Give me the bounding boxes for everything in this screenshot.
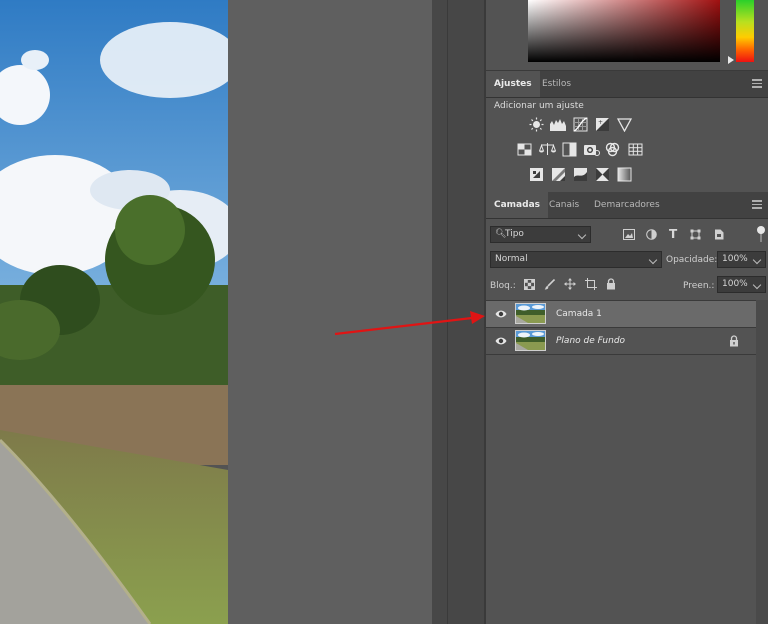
spectrum-marker[interactable] [728, 56, 734, 64]
layer-row[interactable]: Camada 1 [486, 300, 756, 328]
annotation-arrow [334, 311, 485, 336]
layers-panel: Camadas Canais Demarcadores 🔍︎Tipo T Nor… [486, 192, 768, 624]
lock-all-icon[interactable] [606, 278, 616, 290]
svg-text:+: + [598, 119, 603, 126]
opacity-label: Opacidade: [666, 255, 718, 265]
lock-position-icon[interactable] [564, 278, 576, 290]
chevron-down-icon [752, 255, 762, 265]
fill-value: 100% [722, 279, 748, 289]
canvas-photo[interactable] [0, 0, 228, 624]
levels-icon[interactable] [549, 117, 567, 132]
add-adjustment-label: Adicionar um ajuste [494, 101, 584, 111]
adjustments-panel: Ajustes Estilos Adicionar um ajuste + [486, 71, 768, 191]
threshold-icon[interactable] [573, 167, 588, 182]
filter-shape-icon[interactable] [690, 229, 701, 240]
adjustment-icons-row: + [486, 117, 768, 133]
layer-row[interactable]: Plano de Fundo [486, 328, 756, 355]
eye-icon[interactable] [495, 309, 507, 319]
gradient-map-icon[interactable] [617, 167, 632, 182]
opacity-input[interactable]: 100% [717, 251, 766, 268]
filter-type-icon[interactable]: T [669, 227, 677, 241]
lock-transparent-pixels-icon[interactable] [524, 279, 535, 290]
adjustments-tabbar: Ajustes Estilos [486, 71, 768, 98]
layers-scrollbar[interactable] [756, 300, 768, 624]
lock-label: Bloq.: [490, 281, 516, 291]
eye-icon[interactable] [495, 336, 507, 346]
filter-adjustment-icon[interactable] [646, 229, 657, 240]
layer-filter-select[interactable]: 🔍︎Tipo [490, 226, 591, 243]
layer-name[interactable]: Plano de Fundo [556, 336, 625, 346]
chevron-down-icon [577, 230, 587, 240]
curves-icon[interactable] [573, 117, 588, 132]
color-balance-icon[interactable] [539, 142, 556, 157]
vibrance-icon[interactable] [617, 117, 632, 132]
right-panels: Ajustes Estilos Adicionar um ajuste + Ca… [486, 0, 768, 624]
chevron-down-icon [752, 280, 762, 290]
tab-estilos[interactable]: Estilos [534, 71, 579, 97]
filter-smart-object-icon[interactable] [714, 229, 724, 240]
tab-demarcadores[interactable]: Demarcadores [586, 192, 668, 218]
layer-name[interactable]: Camada 1 [556, 309, 602, 319]
layer-thumbnail[interactable] [515, 303, 546, 324]
adjustment-icons-row [486, 142, 768, 158]
channel-mixer-icon[interactable] [605, 142, 620, 157]
lock-image-pixels-icon[interactable] [544, 279, 555, 290]
tab-ajustes[interactable]: Ajustes [486, 71, 540, 97]
hue-saturation-icon[interactable] [517, 142, 532, 157]
search-icon: 🔍︎ [495, 229, 507, 239]
opacity-value: 100% [722, 254, 748, 264]
fill-label: Preen.: [683, 281, 715, 291]
chevron-down-icon [648, 255, 658, 265]
color-lookup-icon[interactable] [628, 142, 643, 157]
brightness-contrast-icon[interactable] [529, 117, 544, 132]
posterize-icon[interactable] [551, 167, 566, 182]
black-white-icon[interactable] [562, 142, 577, 157]
panel-menu-icon[interactable] [752, 79, 762, 88]
color-spectrum-strip[interactable] [736, 0, 754, 62]
lock-icon[interactable] [729, 335, 739, 347]
tab-camadas[interactable]: Camadas [486, 192, 549, 218]
layers-tabbar: Camadas Canais Demarcadores [486, 192, 768, 219]
tab-canais[interactable]: Canais [541, 192, 587, 218]
exposure-icon[interactable]: + [595, 117, 610, 132]
blend-mode-select[interactable]: Normal [490, 251, 662, 268]
panel-menu-icon[interactable] [752, 200, 762, 209]
filter-toggle[interactable] [756, 226, 766, 242]
filter-pixel-icon[interactable] [623, 229, 635, 240]
color-picker-field[interactable] [528, 0, 720, 62]
color-panel [486, 0, 768, 71]
photo-filter-icon[interactable] [583, 142, 600, 157]
adjustment-icons-row [486, 167, 768, 183]
filter-type-label: Tipo [505, 229, 524, 239]
blend-mode-value: Normal [495, 254, 528, 264]
fill-input[interactable]: 100% [717, 276, 766, 293]
invert-icon[interactable] [529, 167, 544, 182]
selective-color-icon[interactable] [595, 167, 610, 182]
layer-thumbnail[interactable] [515, 330, 546, 351]
lock-artboard-icon[interactable] [585, 278, 597, 290]
